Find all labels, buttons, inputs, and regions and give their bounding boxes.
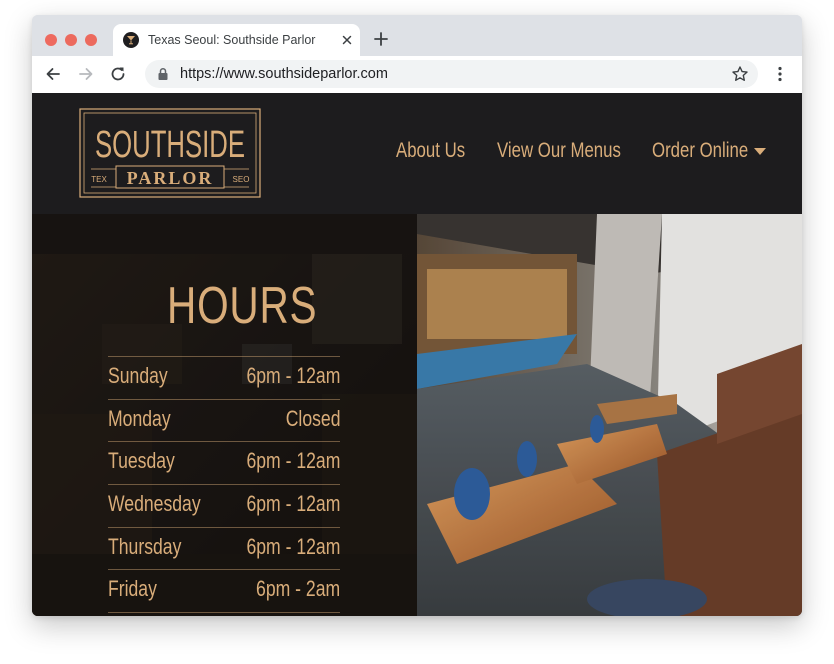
bookmark-star-icon[interactable]	[731, 65, 749, 83]
site-header: SOUTHSIDE PARLOR TEX SEO About Us View O…	[32, 93, 802, 214]
hours-row: Friday 6pm - 2am	[108, 569, 340, 614]
hours-time: 6pm - 12am	[246, 363, 340, 388]
browser-window: Texas Seoul: Southside Parlor https://ww…	[32, 15, 802, 616]
cocktail-favicon-icon	[123, 32, 139, 48]
minimize-window-button[interactable]	[65, 34, 77, 46]
hours-day: Monday	[108, 405, 171, 431]
hours-row: Tuesday 6pm - 12am	[108, 441, 340, 484]
browser-toolbar: https://www.southsideparlor.com	[32, 56, 802, 93]
url-text: https://www.southsideparlor.com	[180, 66, 388, 82]
forward-arrow-icon[interactable]	[77, 65, 95, 83]
nav-order-online[interactable]: Order Online	[652, 139, 748, 163]
nav-view-our-menus[interactable]: View Our Menus	[497, 139, 621, 163]
hours-time: 6pm - 12am	[246, 491, 340, 517]
back-arrow-icon[interactable]	[44, 65, 62, 83]
logo-top-text: SOUTHSIDE	[95, 124, 245, 166]
more-menu-icon[interactable]	[774, 65, 786, 83]
lock-icon	[158, 67, 168, 80]
southside-parlor-logo[interactable]: SOUTHSIDE PARLOR TEX SEO	[79, 108, 261, 198]
tab-title: Texas Seoul: Southside Parlor	[148, 33, 316, 47]
close-tab-icon[interactable]	[339, 32, 355, 48]
nav-about-us[interactable]: About Us	[396, 139, 465, 163]
logo-main-text: PARLOR	[127, 168, 214, 188]
hours-time: 6pm - 12am	[246, 448, 340, 474]
address-bar[interactable]: https://www.southsideparlor.com	[145, 60, 758, 88]
hours-row: Sunday 6pm - 12am	[108, 356, 340, 399]
hours-day: Friday	[108, 576, 157, 602]
web-page: SOUTHSIDE PARLOR TEX SEO About Us View O…	[32, 93, 802, 616]
maximize-window-button[interactable]	[85, 34, 97, 46]
restaurant-interior-photo	[417, 214, 802, 616]
hours-row: Thursday 6pm - 12am	[108, 526, 340, 570]
hours-day: Tuesday	[108, 448, 175, 474]
browser-tab[interactable]: Texas Seoul: Southside Parlor	[113, 24, 360, 56]
new-tab-icon[interactable]	[372, 30, 390, 48]
hours-time: 6pm - 12am	[246, 533, 340, 559]
hours-hero: HOURS Sunday 6pm - 12am Monday Closed Tuesda…	[32, 214, 802, 616]
hours-row: Wednesday 6pm - 12am	[108, 484, 340, 527]
caret-down-icon[interactable]	[754, 148, 766, 156]
logo-right-text: SEO	[233, 175, 250, 184]
hours-day: Thursday	[108, 533, 182, 559]
hours-time: Closed	[285, 405, 340, 431]
hours-time: 6pm - 2am	[255, 576, 340, 602]
reload-icon[interactable]	[109, 65, 127, 83]
hours-row: Monday Closed	[108, 398, 340, 442]
tab-strip: Texas Seoul: Southside Parlor	[32, 15, 802, 56]
hours-day: Wednesday	[108, 491, 201, 517]
close-window-button[interactable]	[45, 34, 57, 46]
logo-left-text: TEX	[91, 175, 107, 184]
hours-day: Sunday	[108, 363, 168, 388]
hours-heading: HOURS	[167, 277, 318, 335]
hours-table: Sunday 6pm - 12am Monday Closed Tuesday 6pm -…	[108, 356, 340, 614]
